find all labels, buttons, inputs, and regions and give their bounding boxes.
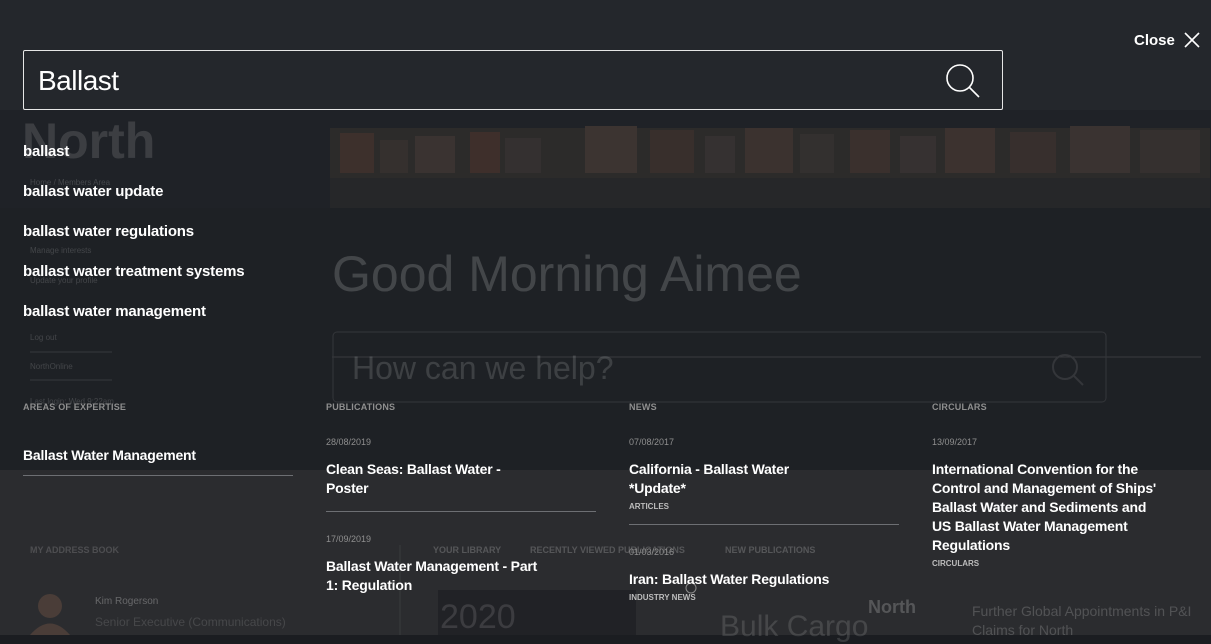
column-heading: CIRCULARS: [932, 402, 987, 412]
divider: [23, 475, 293, 476]
result-date: 28/08/2019: [326, 437, 372, 447]
result-category: ARTICLES: [629, 502, 669, 511]
column-areas-of-expertise: AREAS OF EXPERTISE Ballast Water Managem…: [23, 402, 293, 476]
background-year: 2020: [440, 598, 516, 636]
suggestion-item[interactable]: ballast water treatment systems: [23, 261, 245, 301]
search-input-value: Ballast: [38, 65, 119, 96]
background-greeting: Good Morning Aimee: [332, 246, 802, 302]
suggestion-item[interactable]: ballast water management: [23, 301, 244, 341]
column-heading: PUBLICATIONS: [326, 402, 396, 412]
result-date: 01/03/2016: [629, 547, 675, 557]
search-icon[interactable]: [944, 62, 982, 100]
column-publications: PUBLICATIONS 28/08/2019 Clean Seas: Ball…: [326, 402, 596, 595]
suggestion-item[interactable]: ballast: [23, 141, 244, 181]
result-date: 13/09/2017: [932, 437, 978, 447]
result-title[interactable]: California - Ballast Water *Update*: [629, 460, 829, 498]
search-suggestions: ballast ballast water update ballast wat…: [23, 141, 245, 341]
column-news: NEWS 07/08/2017 California - Ballast Wat…: [629, 402, 899, 602]
result-title[interactable]: Clean Seas: Ballast Water - Poster: [326, 460, 531, 498]
search-input[interactable]: Ballast: [23, 50, 1003, 110]
background-help-placeholder: How can we help?: [352, 350, 614, 386]
background-further-text: Further Global Appointments in P&I Claim…: [972, 603, 1192, 638]
close-icon: [1184, 32, 1200, 48]
suggestion-item[interactable]: ballast water regulations: [23, 221, 244, 261]
result-category: CIRCULARS: [932, 559, 980, 568]
result-title[interactable]: Ballast Water Management: [23, 446, 293, 465]
result-date: 17/09/2019: [326, 534, 372, 544]
column-heading: NEWS: [629, 402, 657, 412]
result-date: 07/08/2017: [629, 437, 675, 447]
result-title[interactable]: Ballast Water Management - Part 1: Regul…: [326, 557, 551, 595]
column-circulars: CIRCULARS 13/09/2017 International Conve…: [932, 402, 1192, 568]
background-sidebar-link: NorthOnline: [30, 362, 73, 371]
result-title[interactable]: International Convention for the Control…: [932, 460, 1157, 555]
background-bulk-cargo: Bulk Cargo: [720, 610, 869, 643]
background-contact-name: Kim Rogerson: [95, 596, 159, 607]
background-contact-role: Senior Executive (Communications): [95, 615, 286, 629]
column-heading: AREAS OF EXPERTISE: [23, 402, 127, 412]
close-label: Close: [1134, 31, 1175, 49]
suggestion-item[interactable]: ballast water update: [23, 181, 244, 221]
result-category: INDUSTRY NEWS: [629, 593, 696, 602]
background-address-book-heading: MY ADDRESS BOOK: [30, 545, 120, 555]
close-button[interactable]: Close: [1134, 31, 1201, 49]
result-title[interactable]: Iran: Ballast Water Regulations: [629, 570, 869, 589]
